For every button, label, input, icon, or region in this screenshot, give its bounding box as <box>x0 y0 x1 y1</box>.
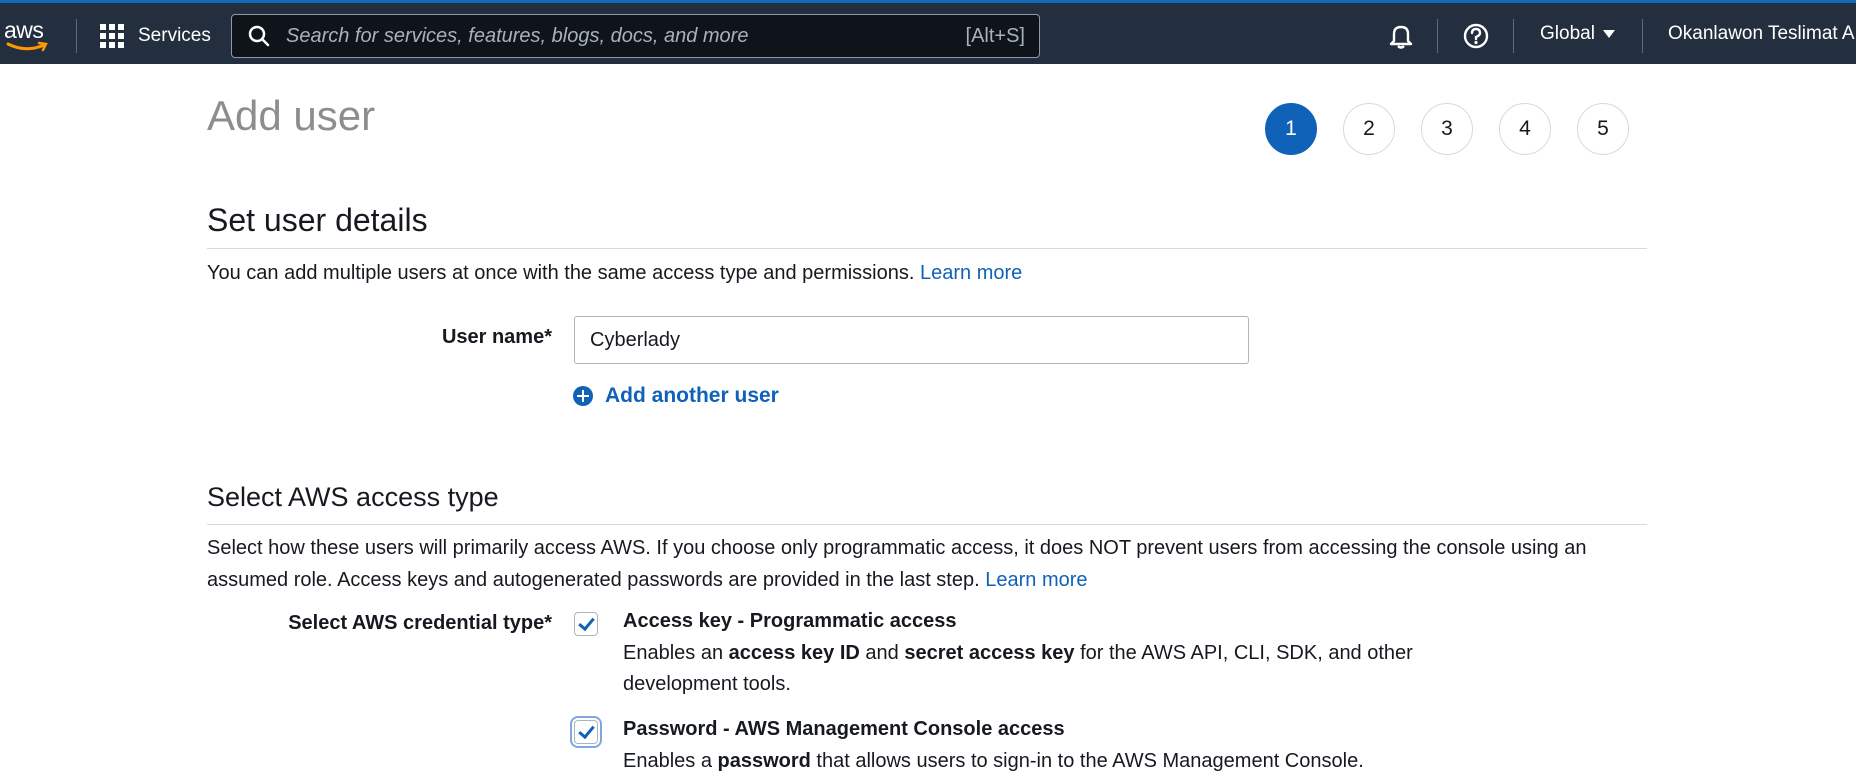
top-navigation: aws Services [Alt+S] Global Okanlaw <box>0 0 1856 64</box>
aws-logo-text: aws <box>4 17 44 43</box>
checkmark-icon <box>578 613 595 632</box>
password-description: Enables a password that allows users to … <box>623 746 1423 777</box>
step-3[interactable]: 3 <box>1421 103 1473 155</box>
account-menu[interactable]: Okanlawon Teslimat A <box>1668 23 1855 45</box>
desc-text: Enables an <box>623 642 729 664</box>
nav-divider <box>1513 19 1514 53</box>
nav-divider <box>1437 19 1438 53</box>
access-type-description: Select how these users will primarily ac… <box>207 532 1647 596</box>
access-type-description-text: Select how these users will primarily ac… <box>207 537 1587 591</box>
credential-type-label: Select AWS credential type* <box>288 612 552 634</box>
search-input[interactable] <box>284 23 966 49</box>
region-label: Global <box>1540 23 1595 44</box>
user-details-description: You can add multiple users at once with … <box>207 257 1022 289</box>
wizard-steps: 1 2 3 4 5 <box>1265 103 1629 155</box>
add-another-user-label: Add another user <box>605 384 779 407</box>
desc-text: and <box>859 642 905 664</box>
nav-divider <box>76 19 77 53</box>
checkmark-icon <box>578 721 595 740</box>
add-circle-icon <box>573 386 593 406</box>
learn-more-link[interactable]: Learn more <box>985 569 1087 591</box>
page-title: Add user <box>207 92 376 139</box>
access-key-checkbox[interactable] <box>574 612 598 636</box>
access-key-title: Access key - Programmatic access <box>623 610 957 632</box>
services-label: Services <box>138 25 211 46</box>
step-5[interactable]: 5 <box>1577 103 1629 155</box>
desc-bold-text: secret access key <box>904 642 1075 664</box>
search-bar[interactable]: [Alt+S] <box>231 14 1040 58</box>
password-checkbox[interactable] <box>574 720 598 744</box>
desc-bold-text: password <box>717 750 811 772</box>
user-details-description-text: You can add multiple users at once with … <box>207 262 915 284</box>
section-title-access-type: Select AWS access type <box>207 482 499 512</box>
region-selector[interactable]: Global <box>1540 23 1615 45</box>
user-name-label: User name* <box>441 326 552 348</box>
add-another-user-button[interactable]: Add another user <box>573 384 779 408</box>
user-name-input[interactable] <box>574 316 1249 364</box>
aws-smile-icon <box>6 41 48 52</box>
section-title-user-details: Set user details <box>207 202 428 238</box>
learn-more-link[interactable]: Learn more <box>920 262 1022 284</box>
section-divider <box>207 248 1647 249</box>
step-4[interactable]: 4 <box>1499 103 1551 155</box>
search-icon <box>248 25 270 47</box>
step-2[interactable]: 2 <box>1343 103 1395 155</box>
aws-logo[interactable]: aws <box>4 17 52 52</box>
grid-icon <box>100 24 124 48</box>
services-menu-button[interactable]: Services <box>100 19 211 53</box>
desc-text: Enables a <box>623 750 718 772</box>
bell-icon[interactable] <box>1386 21 1416 51</box>
desc-bold-text: access key ID <box>728 642 860 664</box>
caret-down-icon <box>1602 30 1615 38</box>
help-icon[interactable] <box>1461 21 1491 51</box>
access-key-description: Enables an access key ID and secret acce… <box>623 638 1423 700</box>
step-1[interactable]: 1 <box>1265 103 1317 155</box>
nav-divider <box>1642 19 1643 53</box>
desc-text: that allows users to sign-in to the AWS … <box>810 750 1364 772</box>
section-divider <box>207 524 1647 525</box>
search-shortcut-hint: [Alt+S] <box>965 24 1025 47</box>
password-title: Password - AWS Management Console access <box>623 718 1065 740</box>
